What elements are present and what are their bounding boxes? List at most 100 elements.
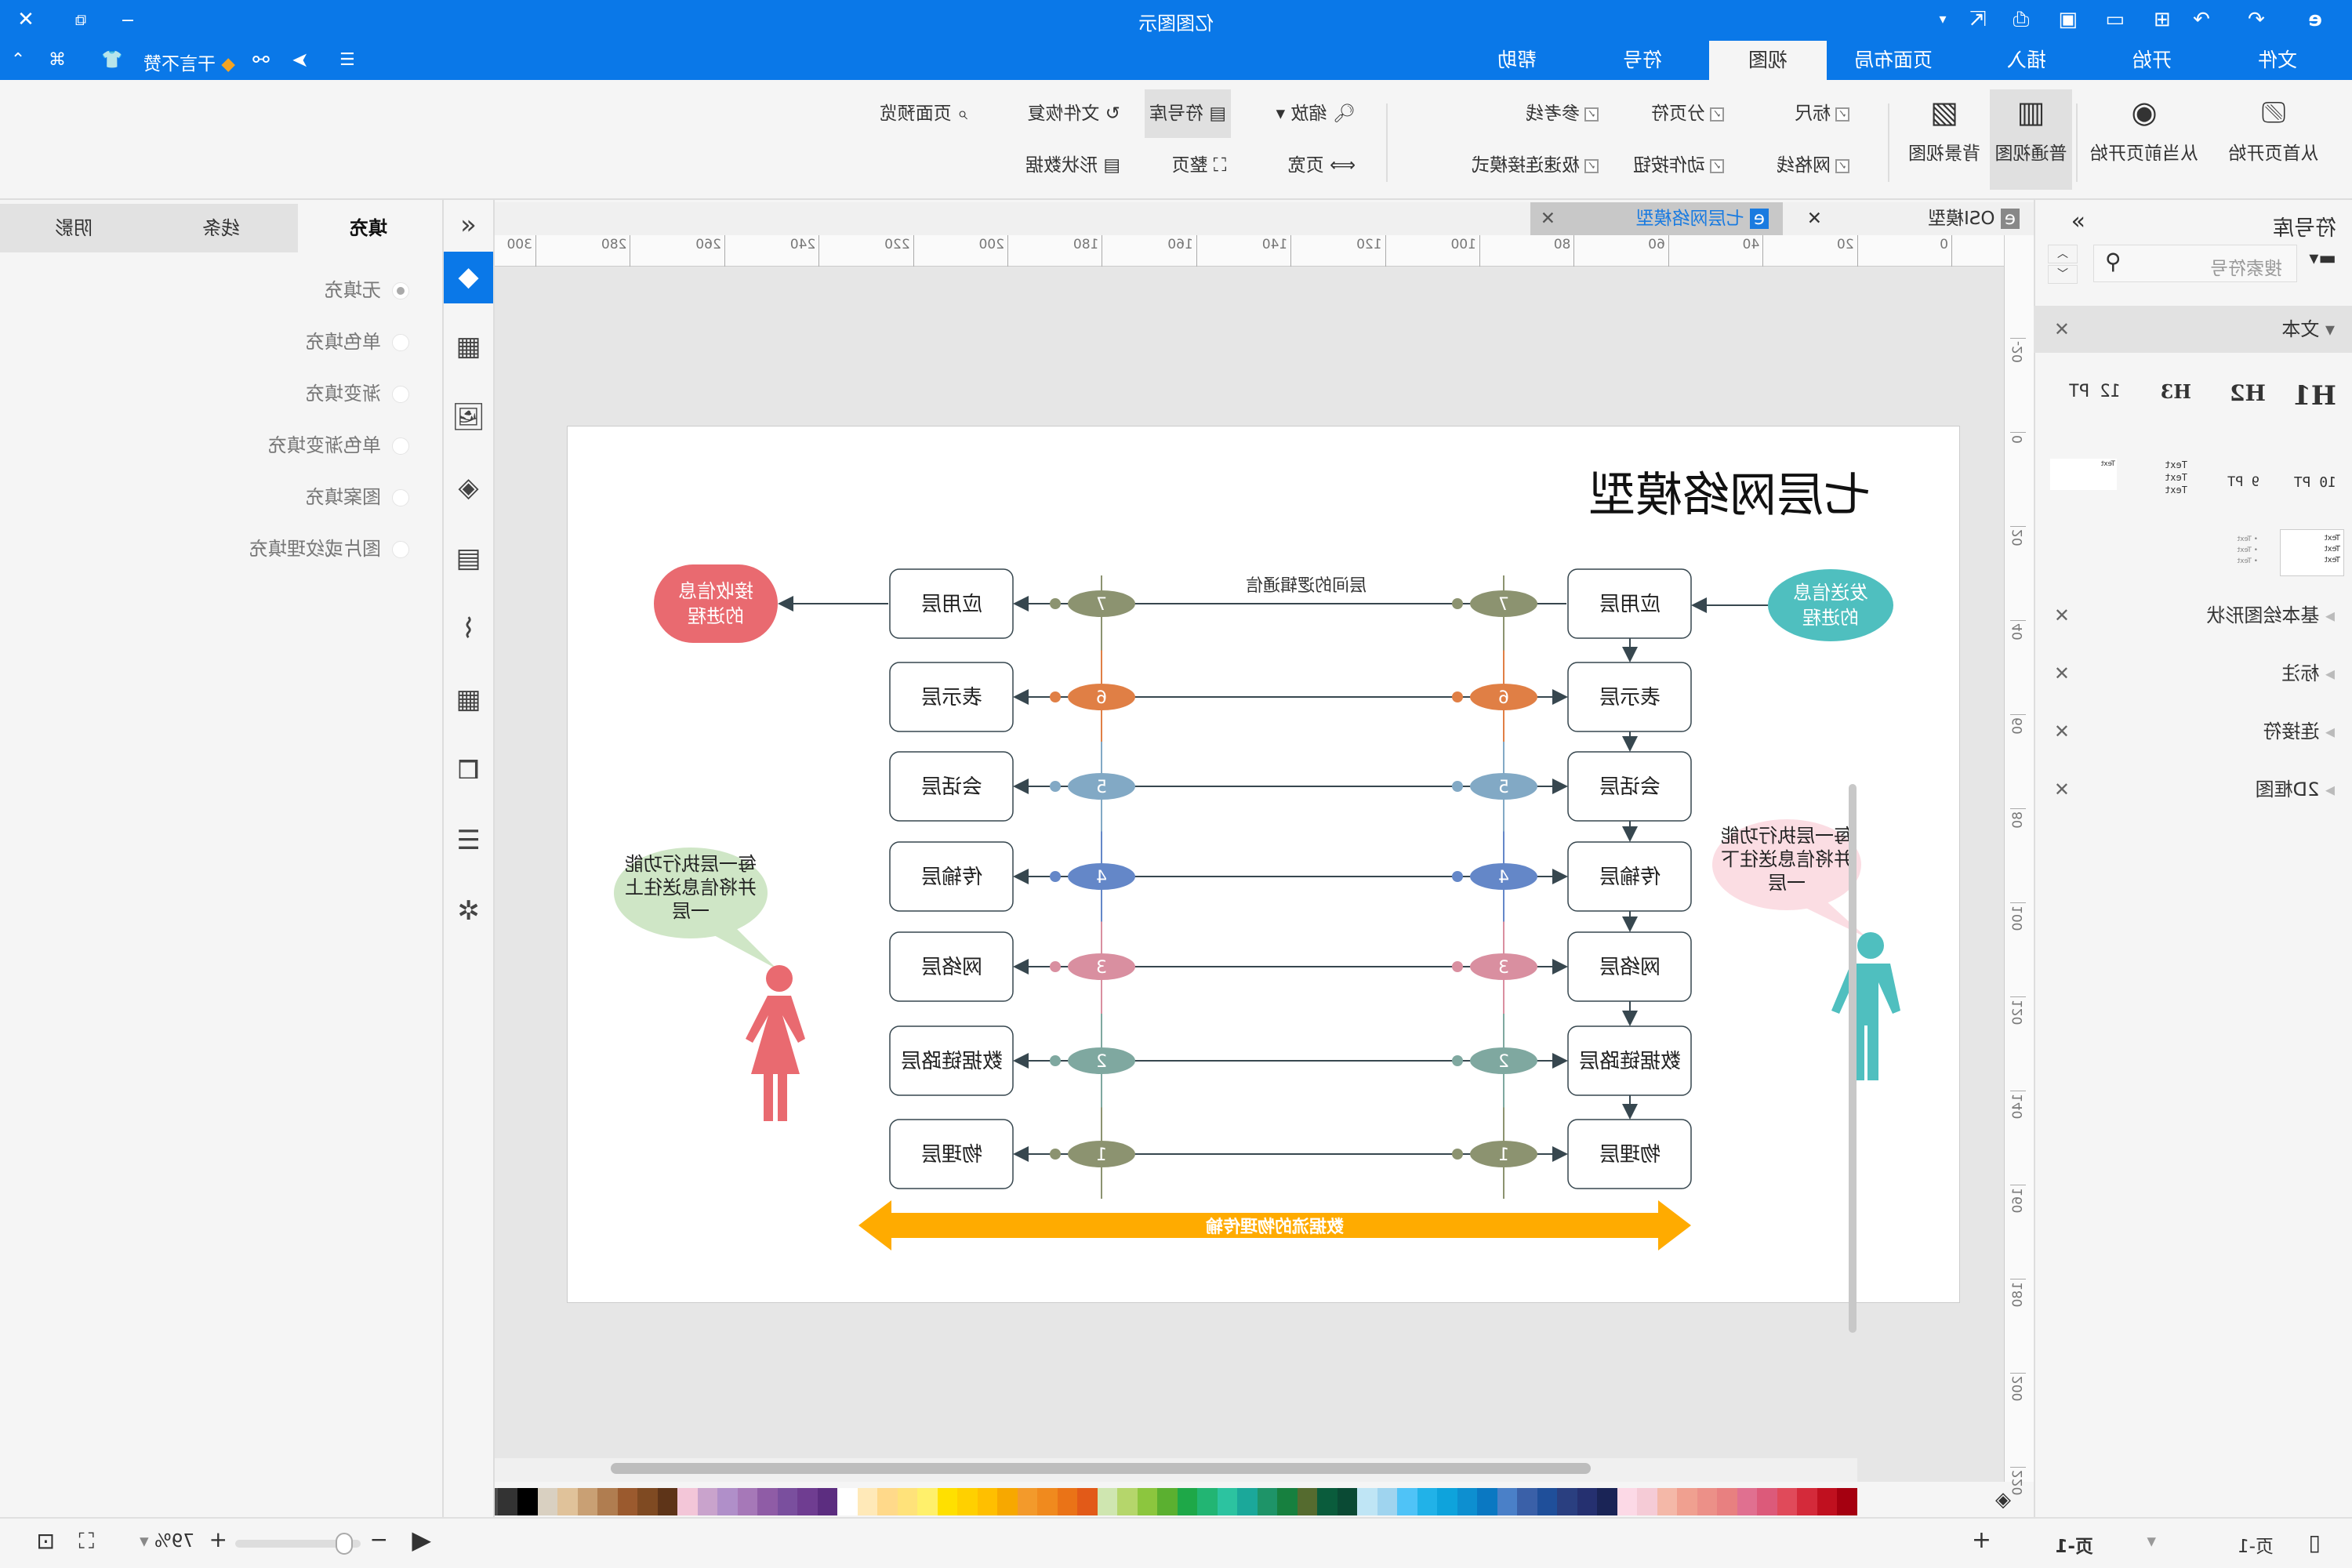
horizontal-scrollbar-thumb[interactable] <box>611 1463 1591 1474</box>
text-sample-bullets[interactable]: • Text • Text • Text <box>2238 534 2258 567</box>
text-sample-h1[interactable]: H1 <box>2292 380 2336 412</box>
color-swatch[interactable] <box>818 1488 838 1515</box>
color-swatch[interactable] <box>1437 1488 1457 1515</box>
add-page-button[interactable]: + <box>1972 1526 1991 1554</box>
menu-tab-file[interactable]: 文件 <box>2219 41 2336 80</box>
fill-option[interactable]: 图片或纹理填充 <box>0 533 442 564</box>
zoom-dropdown[interactable]: 🔍︎ 缩放 ▾ <box>1272 96 1360 132</box>
color-swatch[interactable] <box>1697 1488 1718 1515</box>
color-swatch[interactable] <box>1218 1488 1238 1515</box>
color-swatch[interactable] <box>1298 1488 1318 1515</box>
fill-bucket-icon[interactable]: ◈ <box>1987 1488 2019 1515</box>
category-text[interactable]: ▾ 文本 ✕ <box>2034 306 2352 353</box>
color-swatch[interactable] <box>1237 1488 1258 1515</box>
tab-shadow[interactable]: 阴影 <box>0 204 147 252</box>
color-swatch[interactable] <box>1377 1488 1398 1515</box>
tab-fill[interactable]: 填充 <box>295 204 442 252</box>
color-swatch[interactable] <box>597 1488 618 1515</box>
feedback-icon[interactable]: ☰ <box>334 47 361 74</box>
color-swatch[interactable] <box>498 1488 518 1515</box>
color-swatch[interactable] <box>1357 1488 1377 1515</box>
text-sample-h3[interactable]: H3 <box>2161 380 2191 403</box>
radio-button[interactable] <box>392 386 409 403</box>
color-swatch[interactable] <box>997 1488 1018 1515</box>
grid-checkbox[interactable]: ✓网格线 <box>1772 147 1854 183</box>
color-swatch[interactable] <box>1258 1488 1278 1515</box>
menu-tab-insert[interactable]: 插入 <box>1968 41 2085 80</box>
color-swatch[interactable] <box>1517 1488 1537 1515</box>
color-swatch[interactable] <box>557 1488 578 1515</box>
text-sample-lines[interactable]: Text Text Text <box>2165 459 2187 496</box>
promo-link[interactable]: ◆ 干言不赞 <box>143 49 235 75</box>
color-swatch[interactable] <box>778 1488 798 1515</box>
color-swatch[interactable] <box>1777 1488 1798 1515</box>
background-view-button[interactable]: ▨ 背景视图 <box>1901 89 1987 190</box>
expand-panel-icon[interactable]: « <box>444 200 493 250</box>
play-icon[interactable]: ◀ <box>412 1525 431 1555</box>
color-swatch[interactable] <box>1178 1488 1198 1515</box>
color-swatch[interactable] <box>1817 1488 1838 1515</box>
color-swatch[interactable] <box>1757 1488 1777 1515</box>
zoom-in-button[interactable]: + <box>209 1526 227 1552</box>
minimize-icon[interactable]: ‒ <box>114 6 141 33</box>
share-icon[interactable]: ⚯ <box>248 47 274 74</box>
mindmap-icon[interactable]: ✲ <box>444 886 493 936</box>
color-swatch[interactable] <box>1737 1488 1758 1515</box>
slideshow-from-current-button[interactable]: ◉ 从当前页开始 <box>2082 89 2207 190</box>
scroll-down-button[interactable]: ﹀ <box>2048 265 2078 284</box>
color-swatch[interactable] <box>1677 1488 1697 1515</box>
ruler-checkbox[interactable]: ✓标尺 <box>1790 96 1854 132</box>
color-swatch[interactable] <box>698 1488 718 1515</box>
layers-icon[interactable]: ◈ <box>444 463 493 513</box>
chart-icon[interactable]: ⌇ <box>444 604 493 654</box>
symbol-library-button[interactable]: ▤ 符号库 <box>1144 89 1231 138</box>
color-swatch[interactable] <box>1077 1488 1098 1515</box>
color-swatch[interactable] <box>1577 1488 1598 1515</box>
cursor-icon[interactable]: ➤ <box>287 47 314 74</box>
category-basic-shapes[interactable]: ▸ 基本绘图形状 ✕ <box>2034 592 2352 639</box>
text-sample-h2[interactable]: H2 <box>2230 380 2266 406</box>
color-swatch[interactable] <box>957 1488 978 1515</box>
color-swatch[interactable] <box>1197 1488 1218 1515</box>
color-swatch[interactable] <box>738 1488 758 1515</box>
close-icon[interactable]: ✕ <box>2054 650 2070 697</box>
style-grid-icon[interactable]: ▦ <box>444 321 493 372</box>
color-swatch[interactable] <box>538 1488 558 1515</box>
close-icon[interactable]: ✕ <box>2054 306 2070 353</box>
restore-icon[interactable]: ⧉ <box>67 6 94 33</box>
color-swatch[interactable] <box>517 1488 538 1515</box>
color-swatch[interactable] <box>1497 1488 1518 1515</box>
color-swatch[interactable] <box>757 1488 778 1515</box>
collapse-ribbon-icon[interactable]: ⌃ <box>5 47 31 74</box>
shape-data-button[interactable]: ▤ 形状数据 <box>1021 147 1125 183</box>
fullscreen-icon[interactable]: ⛶ <box>78 1528 94 1555</box>
color-swatch[interactable] <box>717 1488 738 1515</box>
color-swatch[interactable] <box>1277 1488 1298 1515</box>
color-swatch[interactable] <box>978 1488 998 1515</box>
text-sample-10pt[interactable]: 10 PT <box>2294 474 2336 491</box>
color-swatch[interactable] <box>1098 1488 1118 1515</box>
tab-osi-model[interactable]: e OSI模型 ✕ <box>1783 202 2034 235</box>
normal-view-button[interactable]: ▥ 普通视图 <box>1990 89 2072 190</box>
color-swatch[interactable] <box>578 1488 598 1515</box>
color-swatch[interactable] <box>1597 1488 1617 1515</box>
menu-tab-symbol[interactable]: 符号 <box>1584 41 1701 80</box>
radio-button[interactable] <box>392 541 409 558</box>
color-swatch[interactable] <box>1637 1488 1657 1515</box>
search-input[interactable]: 搜索符号 ⚲ <box>2093 245 2297 282</box>
close-tab-icon[interactable]: ✕ <box>1541 202 1555 235</box>
zoom-level[interactable]: 79% ▾ <box>140 1531 194 1552</box>
color-swatch[interactable] <box>837 1488 858 1515</box>
color-swatch[interactable] <box>898 1488 918 1515</box>
quick-connect-checkbox[interactable]: ✓极速连接模式 <box>1467 147 1603 183</box>
close-icon[interactable]: ✕ <box>2054 708 2070 755</box>
fill-option[interactable]: 渐变填充 <box>0 378 442 409</box>
color-swatch[interactable] <box>1537 1488 1558 1515</box>
color-swatch[interactable] <box>1717 1488 1737 1515</box>
apps-icon[interactable]: ⌘ <box>44 47 71 74</box>
receiver-process[interactable] <box>654 564 778 643</box>
text-sample-12pt[interactable]: 12 PT <box>2069 382 2121 401</box>
page-dropdown[interactable]: ▾ <box>2147 1531 2156 1552</box>
color-swatch[interactable] <box>1417 1488 1438 1515</box>
menu-tab-help[interactable]: 帮助 <box>1458 41 1576 80</box>
